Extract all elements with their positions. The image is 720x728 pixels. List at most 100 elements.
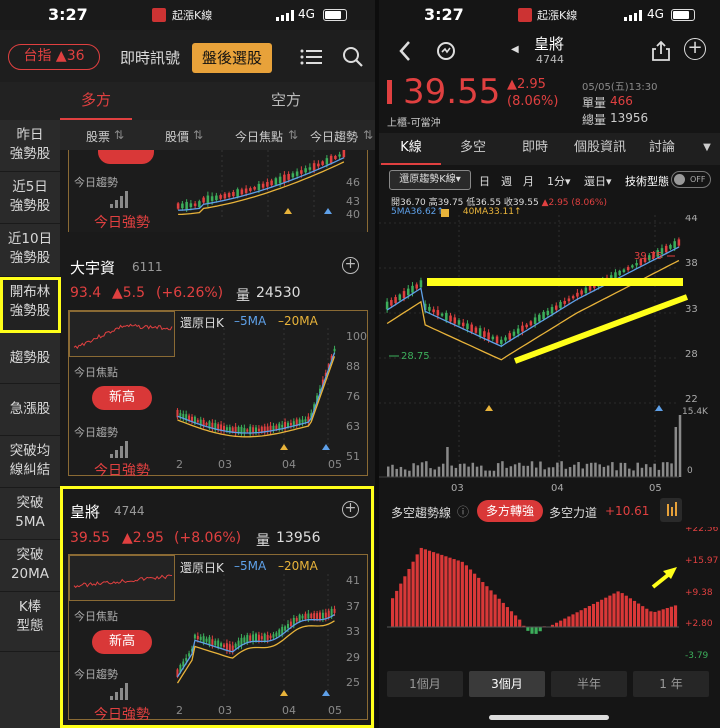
trend-axis-label: -3.79	[685, 651, 709, 661]
sidebar-item-0[interactable]: 昨日 強勢股	[0, 120, 60, 172]
tab-info[interactable]: 個股資訊	[567, 133, 633, 163]
candle	[272, 425, 275, 431]
sidebar-item-6[interactable]: 突破均 線糾結	[0, 436, 60, 488]
col-price[interactable]: 股價	[165, 128, 189, 145]
candle	[281, 424, 284, 428]
adjusted-kline-dropdown[interactable]: 還原趨勢K線▾	[389, 170, 471, 190]
add-watchlist-icon[interactable]: +	[342, 257, 359, 274]
candle	[244, 188, 248, 193]
home-indicator[interactable]	[489, 715, 609, 720]
period-week[interactable]: 週	[501, 173, 512, 189]
stock-card-partial[interactable]: 今日趨勢 今日強勢 46 43 40	[60, 150, 375, 242]
kline-chart[interactable]: 44 38 33 28 22 15.4K 0 39.75 28.75 03 04 05	[379, 215, 720, 495]
sidebar-label: 趨勢股	[9, 350, 51, 366]
force-value: +10.61	[605, 504, 650, 518]
tab-long[interactable]: 多方	[60, 82, 132, 120]
trend-tag: 今日強勢	[94, 215, 150, 231]
sidebar-item-9[interactable]: K棒 型態	[0, 592, 60, 652]
tab-kline[interactable]: K線	[381, 133, 441, 165]
col-focus[interactable]: 今日焦點	[235, 128, 283, 145]
volume-bar	[611, 462, 614, 477]
tab-realtime[interactable]: 即時	[505, 133, 565, 163]
strength-bars-icon	[110, 190, 132, 208]
period-month[interactable]: 月	[523, 173, 534, 189]
sidebar-item-2[interactable]: 近10日 強勢股	[0, 224, 60, 277]
volume-bar	[429, 468, 432, 477]
x-tick: 05	[328, 458, 342, 471]
volume-bar	[441, 463, 445, 477]
force-label: 多空力道	[549, 506, 598, 520]
sidebar-item-5[interactable]: 急漲股	[0, 384, 60, 436]
axis-label: 76	[346, 390, 360, 403]
ma-line	[178, 161, 345, 216]
trend-axis-label: +2.80	[685, 619, 713, 629]
search-icon[interactable]	[342, 46, 364, 68]
prev-stock-icon[interactable]: ◀	[511, 44, 519, 55]
col-trend[interactable]: 今日趨勢	[310, 128, 358, 145]
tech-pattern-toggle[interactable]: OFF	[671, 171, 711, 188]
col-stock[interactable]: 股票	[86, 128, 110, 145]
more-tabs-icon[interactable]: ▼	[697, 133, 717, 163]
add-watchlist-icon[interactable]: +	[684, 38, 706, 60]
volume-bar	[606, 465, 610, 477]
volume-bar	[539, 461, 542, 477]
indicator-settings-icon[interactable]	[660, 498, 682, 522]
candle	[270, 180, 273, 186]
candle	[440, 313, 444, 316]
volume-bar	[598, 464, 601, 477]
trend-bar	[432, 552, 436, 627]
info-icon[interactable]: ⓘ	[457, 503, 469, 520]
refresh-icon[interactable]	[435, 40, 457, 62]
candle	[275, 425, 278, 430]
sidebar-item-7[interactable]: 突破 5MA	[0, 488, 60, 540]
range-2[interactable]: 半年	[551, 671, 627, 697]
volume-bar	[560, 461, 563, 477]
mini-kline-chart	[176, 328, 336, 454]
candle	[232, 191, 235, 197]
trend-bar	[534, 627, 538, 634]
volume-bar	[526, 465, 530, 477]
candle	[205, 422, 208, 426]
share-icon[interactable]	[651, 40, 671, 62]
stock-card-6111[interactable]: 大宇資 6111 + 93.4 ▲5.5 (+6.26%) 量 24530 今日…	[60, 244, 375, 482]
back-icon[interactable]	[397, 38, 413, 64]
index-badge[interactable]: 台指 ▲36	[8, 44, 100, 70]
status-time: 3:27	[424, 5, 464, 24]
network-type: 4G	[298, 7, 315, 21]
tab-longshort[interactable]: 多空	[443, 133, 503, 163]
trend-bar	[436, 553, 440, 627]
period-day[interactable]: 日	[479, 173, 490, 189]
list-menu-icon[interactable]	[300, 48, 322, 66]
candle	[478, 328, 482, 337]
sidebar-item-1[interactable]: 近5日 強勢股	[0, 172, 60, 224]
candle	[179, 413, 182, 417]
sidebar-item-8[interactable]: 突破 20MA	[0, 540, 60, 592]
tab-realtime[interactable]: 即時訊號	[110, 44, 190, 72]
tab-short[interactable]: 空方	[250, 82, 322, 120]
period-minute[interactable]: 1分▾	[547, 173, 571, 189]
total-volume: 13956	[610, 111, 649, 125]
trend-bar	[395, 590, 399, 627]
candle	[457, 320, 461, 325]
price-axis-label: 44	[685, 215, 698, 224]
range-3[interactable]: 1 年	[633, 671, 709, 697]
candle	[231, 427, 234, 432]
tab-afterhours[interactable]: 盤後選股	[192, 43, 272, 73]
quote-time: 05/05(五)13:30	[582, 82, 658, 93]
range-0[interactable]: 1個月	[387, 671, 463, 697]
axis-label: 46	[346, 176, 360, 189]
tab-discuss[interactable]: 討論	[637, 133, 687, 163]
candle	[588, 285, 592, 291]
exright-dropdown[interactable]: 還日▾	[584, 173, 612, 189]
range-1[interactable]: 3個月	[469, 671, 545, 697]
tech-pattern-label: 技術型態	[625, 175, 669, 188]
candle	[571, 296, 575, 299]
sidebar-item-4[interactable]: 趨勢股	[0, 333, 60, 384]
volume-bar	[594, 462, 597, 477]
candle	[664, 245, 668, 253]
ma-line	[386, 259, 680, 361]
trend-bar	[587, 606, 591, 627]
x-tick: 2	[176, 458, 183, 471]
volume-bar	[463, 463, 466, 477]
trend-bar	[415, 554, 419, 627]
